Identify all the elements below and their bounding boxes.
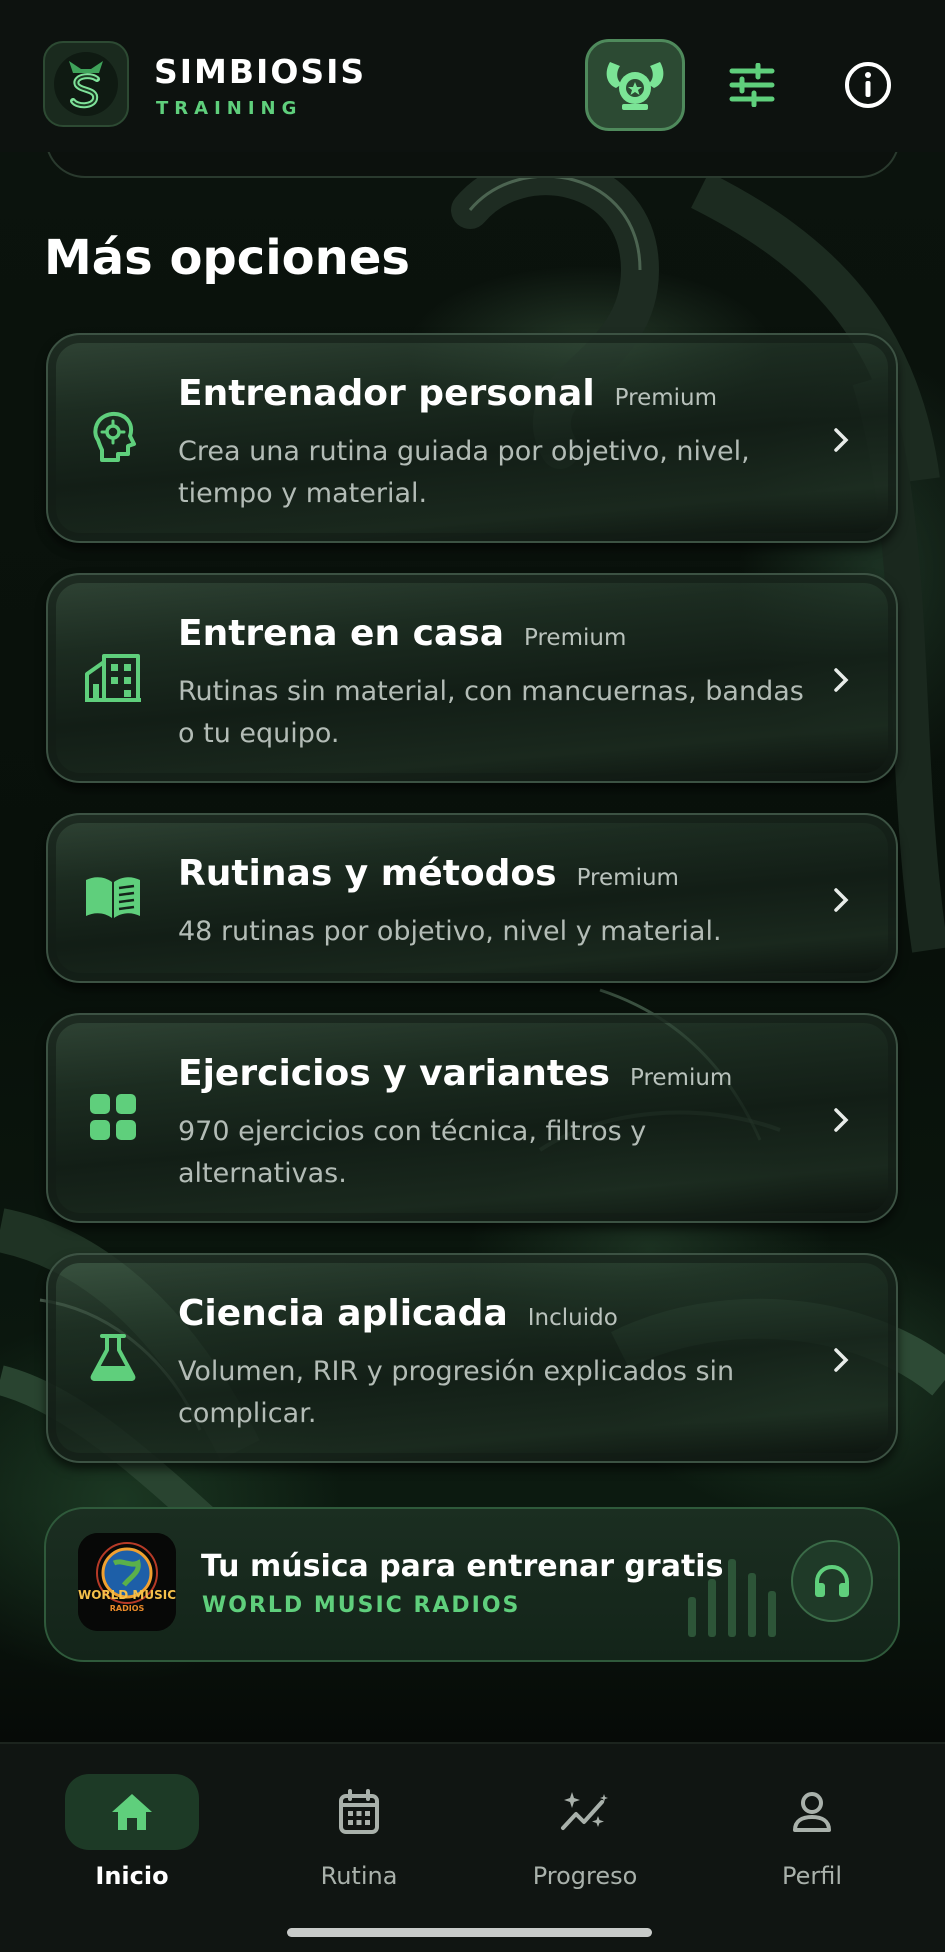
chevron-right-icon xyxy=(826,1345,856,1375)
filters-icon xyxy=(729,63,775,107)
building-icon xyxy=(83,647,143,707)
option-card-entrenador-personal[interactable]: Entrenador personal Premium Crea una rut… xyxy=(46,333,898,543)
nav-label: Perfil xyxy=(781,1862,843,1890)
headphones-icon xyxy=(815,1564,849,1597)
option-description: Rutinas sin material, con mancuernas, ba… xyxy=(178,676,804,749)
brand-name: SIMBIOSIS xyxy=(154,52,367,91)
music-title: Tu música para entrenar gratis xyxy=(201,1549,724,1584)
sparkle-chart-icon xyxy=(561,1792,608,1830)
option-card-entrena-en-casa[interactable]: Entrena en casa Premium Rutinas sin mate… xyxy=(46,573,898,783)
home-indicator[interactable] xyxy=(287,1928,652,1937)
flask-icon xyxy=(83,1327,143,1387)
option-card-ejercicios-y-variantes[interactable]: Ejercicios y variantes Premium 970 ejerc… xyxy=(46,1013,898,1223)
option-card-rutinas-y-metodos[interactable]: Rutinas y métodos Premium 48 rutinas por… xyxy=(46,813,898,983)
nav-label: Progreso xyxy=(532,1862,638,1890)
filters-button[interactable] xyxy=(722,55,782,115)
logo-text-top: WORLD MUSIC xyxy=(78,1588,176,1602)
option-title: Ejercicios y variantes xyxy=(178,1053,610,1094)
headphones-button[interactable] xyxy=(791,1540,873,1622)
option-title: Ciencia aplicada xyxy=(178,1293,508,1334)
option-badge: Premium xyxy=(614,385,718,411)
nav-label: Rutina xyxy=(320,1862,398,1890)
chevron-right-icon xyxy=(826,425,856,455)
chevron-right-icon xyxy=(826,665,856,695)
logo-icon[interactable] xyxy=(43,41,129,127)
option-title: Rutinas y métodos xyxy=(178,853,557,894)
option-badge: Premium xyxy=(629,1065,733,1091)
music-subtitle: WORLD MUSIC RADIOS xyxy=(202,1593,521,1618)
trainer-icon xyxy=(606,62,664,110)
info-button[interactable] xyxy=(838,55,898,115)
info-icon xyxy=(845,62,891,108)
calendar-icon xyxy=(339,1789,379,1834)
bottom-navigation: Inicio Rutina Progreso Perfil xyxy=(0,1742,945,1952)
book-icon xyxy=(83,867,143,927)
chevron-right-icon xyxy=(826,885,856,915)
nav-item-perfil[interactable]: Perfil xyxy=(722,1774,902,1904)
brain-icon xyxy=(83,407,143,467)
option-description: 48 rutinas por objetivo, nivel y materia… xyxy=(178,916,722,947)
user-icon xyxy=(793,1792,831,1832)
app-header: SIMBIOSIS TRAINING xyxy=(0,0,945,152)
home-icon xyxy=(112,1794,152,1830)
nav-label: Inicio xyxy=(95,1862,169,1890)
option-description: Volumen, RIR y progresión explicados sin… xyxy=(178,1356,735,1429)
equalizer-icon xyxy=(684,1557,784,1637)
world-music-radios-logo: WORLD MUSIC RADIOS xyxy=(78,1533,176,1631)
option-title: Entrena en casa xyxy=(178,613,504,654)
chevron-right-icon xyxy=(826,1105,856,1135)
section-title: Más opciones xyxy=(44,230,410,286)
nav-item-rutina[interactable]: Rutina xyxy=(269,1774,449,1904)
grid-icon xyxy=(83,1087,143,1147)
trainer-button[interactable] xyxy=(585,39,685,131)
option-badge: Incluido xyxy=(527,1305,618,1331)
option-badge: Premium xyxy=(524,625,627,651)
brand-subtitle: TRAINING xyxy=(156,98,303,119)
option-card-ciencia-aplicada[interactable]: Ciencia aplicada Incluido Volumen, RIR y… xyxy=(46,1253,898,1463)
logo-text-bottom: RADIOS xyxy=(110,1604,145,1613)
option-badge: Premium xyxy=(576,865,679,891)
nav-item-progreso[interactable]: Progreso xyxy=(495,1774,675,1904)
option-title: Entrenador personal xyxy=(178,373,595,414)
nav-item-inicio[interactable]: Inicio xyxy=(42,1774,222,1904)
option-description: 970 ejercicios con técnica, filtros y al… xyxy=(178,1116,647,1189)
option-description: Crea una rutina guiada por objetivo, niv… xyxy=(178,436,750,509)
music-banner[interactable]: WORLD MUSIC RADIOS Tu música para entren… xyxy=(44,1507,900,1662)
